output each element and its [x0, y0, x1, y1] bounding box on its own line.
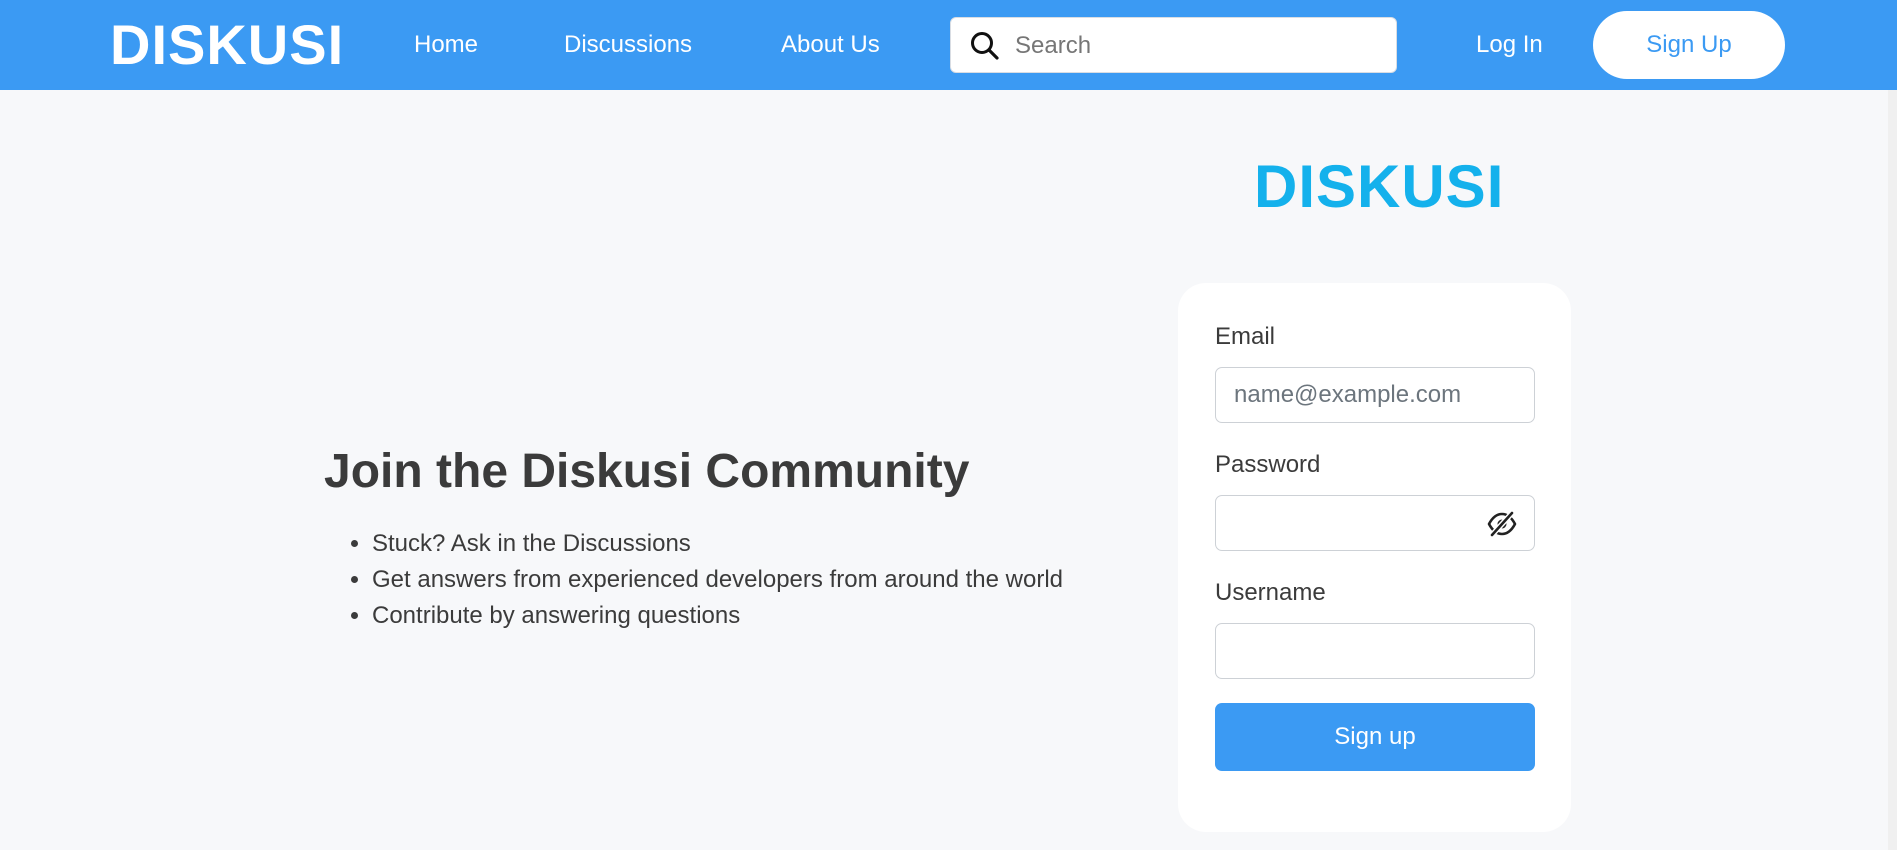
eye-slash-icon[interactable] — [1487, 511, 1517, 537]
list-item: Contribute by answering questions — [372, 598, 1063, 634]
nav-link-home[interactable]: Home — [414, 30, 478, 60]
search-input[interactable] — [1013, 28, 1387, 64]
search-box — [950, 17, 1397, 73]
hero-bullet-list: Stuck? Ask in the Discussions Get answer… — [324, 526, 1063, 634]
list-item: Get answers from experienced developers … — [372, 562, 1063, 598]
nav-link-about-us[interactable]: About Us — [781, 30, 880, 60]
signup-submit-button[interactable]: Sign up — [1215, 703, 1535, 771]
top-navbar: DISKUSI Home Discussions About Us Log In… — [0, 0, 1897, 90]
username-label: Username — [1215, 579, 1326, 606]
password-label: Password — [1215, 451, 1321, 478]
email-label: Email — [1215, 323, 1276, 350]
username-field[interactable] — [1215, 623, 1535, 679]
search-icon — [971, 32, 999, 60]
brand-logo[interactable]: DISKUSI — [110, 14, 344, 76]
signup-nav-button[interactable]: Sign Up — [1593, 11, 1785, 79]
form-brand-title: DISKUSI — [1254, 153, 1505, 220]
page-scrollbar[interactable] — [1888, 90, 1897, 850]
nav-link-discussions[interactable]: Discussions — [564, 30, 692, 60]
login-link[interactable]: Log In — [1476, 30, 1543, 60]
email-field[interactable] — [1215, 367, 1535, 423]
hero-title: Join the Diskusi Community — [324, 445, 970, 498]
list-item: Stuck? Ask in the Discussions — [372, 526, 1063, 562]
